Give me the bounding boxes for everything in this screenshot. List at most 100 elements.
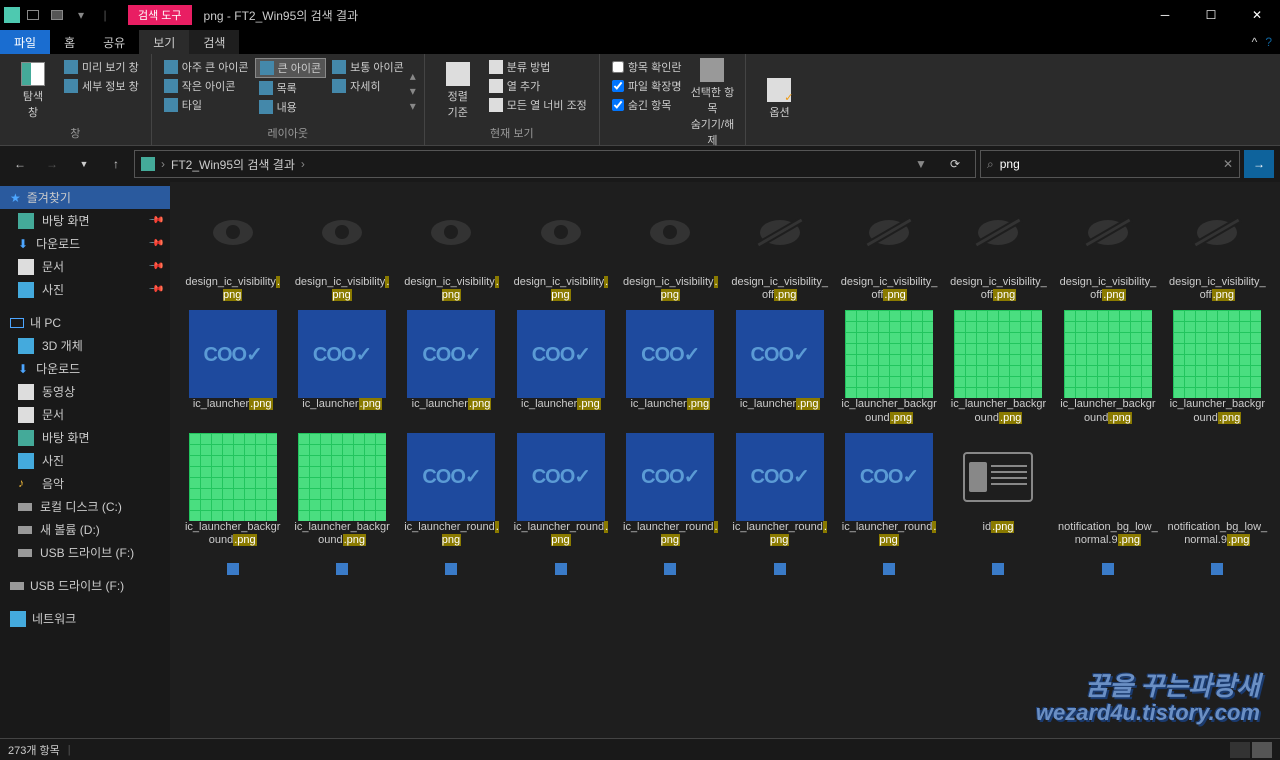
- file-item[interactable]: ic_launcher.png: [618, 314, 723, 424]
- tab-search[interactable]: 검색: [189, 30, 239, 54]
- details-pane-button[interactable]: 세부 정보 창: [60, 77, 143, 95]
- file-extensions-toggle[interactable]: 파일 확장명: [608, 77, 686, 95]
- file-item[interactable]: ic_launcher_round.png: [727, 437, 832, 547]
- file-item[interactable]: ic_launcher_round.png: [836, 437, 941, 547]
- file-item[interactable]: [180, 559, 285, 583]
- back-button[interactable]: ←: [6, 150, 34, 178]
- l-icons-button[interactable]: 큰 아이콘: [255, 58, 327, 78]
- sidebar-music[interactable]: ♪음악: [0, 472, 170, 495]
- m-icons-button[interactable]: 보통 아이콘: [328, 58, 408, 76]
- file-item[interactable]: design_ic_visibility.png: [289, 192, 394, 302]
- group-by-button[interactable]: 분류 방법: [485, 58, 591, 76]
- tiles-button[interactable]: 타일: [160, 96, 253, 114]
- tab-file[interactable]: 파일: [0, 30, 50, 54]
- file-item[interactable]: id.png: [946, 437, 1051, 547]
- sidebar-documents[interactable]: 문서📌: [0, 255, 170, 278]
- file-item[interactable]: [399, 559, 504, 583]
- qat-button[interactable]: [46, 4, 68, 26]
- recent-dropdown[interactable]: ▼: [70, 150, 98, 178]
- icons-view-button[interactable]: [1252, 742, 1272, 758]
- file-item[interactable]: [1165, 559, 1270, 583]
- file-item[interactable]: ic_launcher.png: [399, 314, 504, 424]
- searchbox[interactable]: ⌕ png ✕: [980, 150, 1240, 178]
- file-item[interactable]: design_ic_visibility.png: [618, 192, 723, 302]
- file-item[interactable]: notification_bg_low_normal.9.png: [1165, 437, 1270, 547]
- file-item[interactable]: [508, 559, 613, 583]
- sidebar-documents[interactable]: 문서: [0, 403, 170, 426]
- sidebar-this-pc[interactable]: 내 PC: [0, 311, 170, 334]
- qat-button[interactable]: [22, 4, 44, 26]
- breadcrumb[interactable]: FT2_Win95의 검색 결과: [171, 156, 295, 173]
- address-dropdown[interactable]: ▼: [907, 150, 935, 178]
- minimize-button[interactable]: ─: [1142, 0, 1188, 30]
- item-checkboxes-toggle[interactable]: 항목 확인란: [608, 58, 686, 76]
- file-item[interactable]: ic_launcher_background.png: [180, 437, 285, 547]
- sidebar-usb-f[interactable]: USB 드라이브 (F:): [0, 574, 170, 597]
- options-button[interactable]: ✓ 옵션: [754, 58, 804, 139]
- sidebar-pictures[interactable]: 사진📌: [0, 278, 170, 301]
- clear-search-button[interactable]: ✕: [1223, 157, 1233, 171]
- details-button[interactable]: 자세히: [328, 77, 408, 95]
- sidebar-usb-f[interactable]: USB 드라이브 (F:): [0, 541, 170, 564]
- sidebar-local-disk-c[interactable]: 로컬 디스크 (C:): [0, 495, 170, 518]
- file-item[interactable]: ic_launcher_background.png: [1165, 314, 1270, 424]
- sidebar-quick-access[interactable]: ★즐겨찾기: [0, 186, 170, 209]
- content-button[interactable]: 내용: [255, 98, 327, 116]
- collapse-ribbon-icon[interactable]: ^: [1252, 35, 1258, 49]
- nav-pane-button[interactable]: 탐색 창: [8, 58, 58, 123]
- file-item[interactable]: [946, 559, 1051, 583]
- sidebar-downloads[interactable]: ⬇다운로드: [0, 357, 170, 380]
- sidebar-videos[interactable]: 동영상: [0, 380, 170, 403]
- file-item[interactable]: ic_launcher_round.png: [508, 437, 613, 547]
- qat-dropdown[interactable]: ▾: [70, 4, 92, 26]
- tab-share[interactable]: 공유: [89, 30, 139, 54]
- file-item[interactable]: design_ic_visibility_off.png: [946, 192, 1051, 302]
- scroll-down-icon[interactable]: ▾: [410, 84, 416, 98]
- help-icon[interactable]: ?: [1265, 35, 1272, 49]
- sidebar-network[interactable]: 네트워크: [0, 607, 170, 630]
- file-item[interactable]: design_ic_visibility.png: [399, 192, 504, 302]
- details-view-button[interactable]: [1230, 742, 1250, 758]
- file-item[interactable]: ic_launcher.png: [180, 314, 285, 424]
- file-item[interactable]: [289, 559, 394, 583]
- addressbar[interactable]: › FT2_Win95의 검색 결과 › ▼ ⟳: [134, 150, 976, 178]
- sidebar-downloads[interactable]: ⬇다운로드📌: [0, 232, 170, 255]
- file-item[interactable]: ic_launcher_background.png: [289, 437, 394, 547]
- search-input[interactable]: png: [1000, 157, 1223, 171]
- expand-icon[interactable]: ▾: [410, 99, 416, 113]
- file-item[interactable]: ic_launcher_background.png: [836, 314, 941, 424]
- scroll-up-icon[interactable]: ▴: [410, 69, 416, 83]
- file-item[interactable]: design_ic_visibility_off.png: [1165, 192, 1270, 302]
- file-item[interactable]: design_ic_visibility.png: [508, 192, 613, 302]
- file-item[interactable]: ic_launcher.png: [289, 314, 394, 424]
- preview-pane-button[interactable]: 미리 보기 창: [60, 58, 143, 76]
- maximize-button[interactable]: ☐: [1188, 0, 1234, 30]
- file-item[interactable]: ic_launcher_background.png: [946, 314, 1051, 424]
- list-button[interactable]: 목록: [255, 79, 327, 97]
- tab-view[interactable]: 보기: [139, 30, 189, 54]
- search-go-button[interactable]: →: [1244, 150, 1274, 178]
- file-view[interactable]: design_ic_visibility.pngdesign_ic_visibi…: [170, 182, 1280, 738]
- file-item[interactable]: [836, 559, 941, 583]
- file-item[interactable]: design_ic_visibility_off.png: [727, 192, 832, 302]
- file-item[interactable]: [1055, 559, 1160, 583]
- forward-button[interactable]: →: [38, 150, 66, 178]
- sidebar-3d-objects[interactable]: 3D 개체: [0, 334, 170, 357]
- sort-button[interactable]: 정렬 기준: [433, 58, 483, 123]
- file-item[interactable]: design_ic_visibility_off.png: [1055, 192, 1160, 302]
- file-item[interactable]: [618, 559, 723, 583]
- file-item[interactable]: ic_launcher.png: [727, 314, 832, 424]
- tab-home[interactable]: 홈: [50, 30, 89, 54]
- close-button[interactable]: ✕: [1234, 0, 1280, 30]
- sidebar-desktop[interactable]: 바탕 화면: [0, 426, 170, 449]
- search-tools-tab[interactable]: 검색 도구: [128, 5, 192, 25]
- sidebar-pictures[interactable]: 사진: [0, 449, 170, 472]
- fit-columns-button[interactable]: 모든 열 너비 조정: [485, 96, 591, 114]
- hide-selected-button[interactable]: 선택한 항목 숨기기/해제: [687, 58, 737, 148]
- file-item[interactable]: notification_bg_low_normal.9.png: [1055, 437, 1160, 547]
- up-button[interactable]: ↑: [102, 150, 130, 178]
- file-item[interactable]: design_ic_visibility.png: [180, 192, 285, 302]
- add-columns-button[interactable]: 열 추가: [485, 77, 591, 95]
- refresh-button[interactable]: ⟳: [941, 150, 969, 178]
- sidebar-volume-d[interactable]: 새 볼륨 (D:): [0, 518, 170, 541]
